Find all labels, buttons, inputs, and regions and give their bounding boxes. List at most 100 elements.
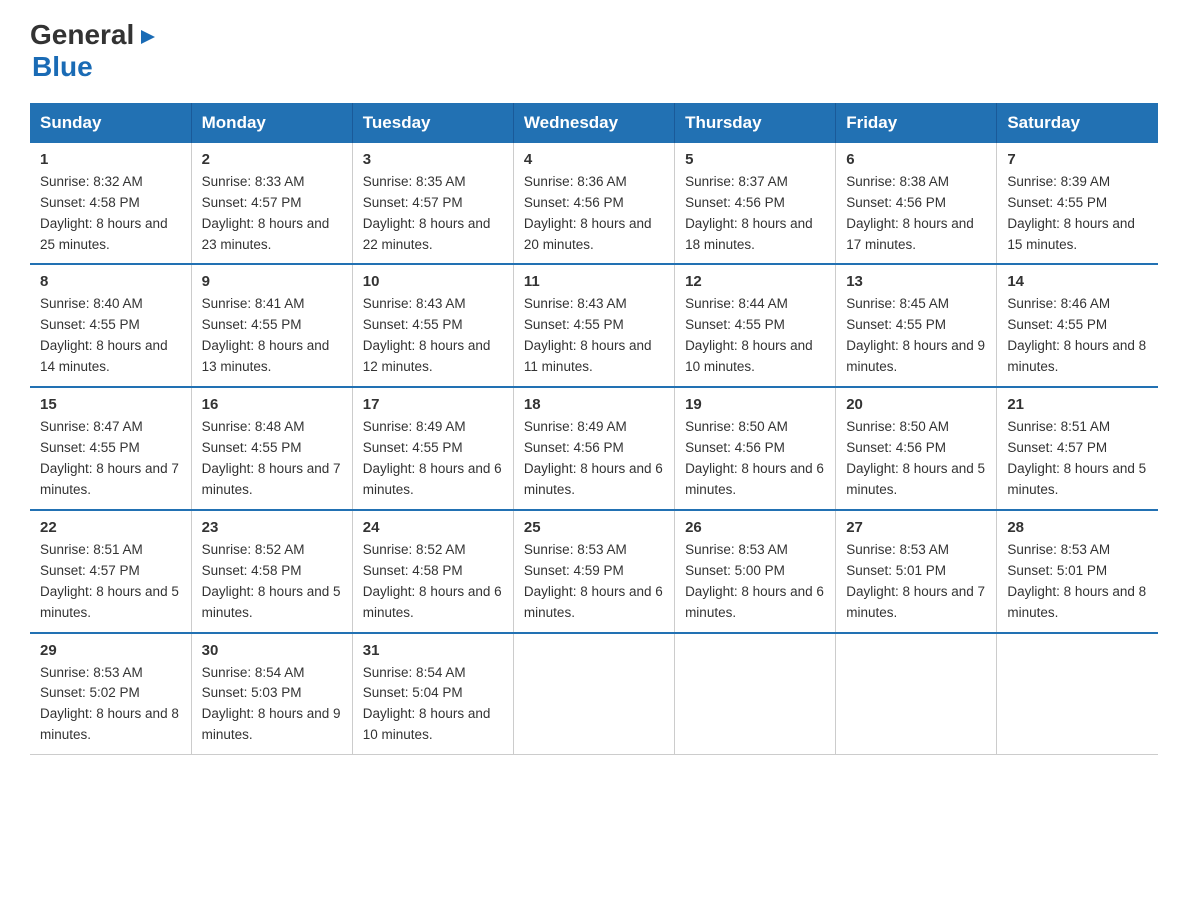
day-number: 19 <box>685 396 825 413</box>
day-info: Sunrise: 8:48 AM Sunset: 4:55 PM Dayligh… <box>202 417 342 501</box>
daylight-label: Daylight: 8 hours and 18 minutes. <box>685 216 813 252</box>
day-number: 25 <box>524 519 664 536</box>
calendar-cell <box>513 633 674 755</box>
sunrise-label: Sunrise: 8:45 AM <box>846 296 949 311</box>
sunrise-label: Sunrise: 8:44 AM <box>685 296 788 311</box>
calendar-cell: 5 Sunrise: 8:37 AM Sunset: 4:56 PM Dayli… <box>675 143 836 265</box>
daylight-label: Daylight: 8 hours and 10 minutes. <box>363 706 491 742</box>
sunrise-label: Sunrise: 8:41 AM <box>202 296 305 311</box>
calendar-cell: 28 Sunrise: 8:53 AM Sunset: 5:01 PM Dayl… <box>997 510 1158 633</box>
header-wednesday: Wednesday <box>513 103 674 143</box>
day-number: 27 <box>846 519 986 536</box>
daylight-label: Daylight: 8 hours and 25 minutes. <box>40 216 168 252</box>
header-saturday: Saturday <box>997 103 1158 143</box>
daylight-label: Daylight: 8 hours and 6 minutes. <box>363 584 502 620</box>
calendar-cell: 21 Sunrise: 8:51 AM Sunset: 4:57 PM Dayl… <box>997 387 1158 510</box>
header-friday: Friday <box>836 103 997 143</box>
sunset-label: Sunset: 4:55 PM <box>363 440 463 455</box>
day-info: Sunrise: 8:53 AM Sunset: 5:02 PM Dayligh… <box>40 663 181 747</box>
sunrise-label: Sunrise: 8:53 AM <box>846 542 949 557</box>
day-info: Sunrise: 8:47 AM Sunset: 4:55 PM Dayligh… <box>40 417 181 501</box>
calendar-cell: 7 Sunrise: 8:39 AM Sunset: 4:55 PM Dayli… <box>997 143 1158 265</box>
sunrise-label: Sunrise: 8:52 AM <box>202 542 305 557</box>
day-info: Sunrise: 8:44 AM Sunset: 4:55 PM Dayligh… <box>685 294 825 378</box>
calendar-cell: 18 Sunrise: 8:49 AM Sunset: 4:56 PM Dayl… <box>513 387 674 510</box>
day-info: Sunrise: 8:39 AM Sunset: 4:55 PM Dayligh… <box>1007 172 1148 256</box>
daylight-label: Daylight: 8 hours and 5 minutes. <box>40 584 179 620</box>
daylight-label: Daylight: 8 hours and 23 minutes. <box>202 216 330 252</box>
day-number: 15 <box>40 396 181 413</box>
day-info: Sunrise: 8:54 AM Sunset: 5:04 PM Dayligh… <box>363 663 503 747</box>
day-number: 20 <box>846 396 986 413</box>
sunrise-label: Sunrise: 8:53 AM <box>685 542 788 557</box>
calendar-cell: 4 Sunrise: 8:36 AM Sunset: 4:56 PM Dayli… <box>513 143 674 265</box>
week-row-1: 1 Sunrise: 8:32 AM Sunset: 4:58 PM Dayli… <box>30 143 1158 265</box>
sunset-label: Sunset: 4:57 PM <box>202 195 302 210</box>
day-number: 1 <box>40 151 181 168</box>
day-number: 9 <box>202 273 342 290</box>
sunset-label: Sunset: 4:55 PM <box>846 317 946 332</box>
day-info: Sunrise: 8:53 AM Sunset: 5:00 PM Dayligh… <box>685 540 825 624</box>
header-tuesday: Tuesday <box>352 103 513 143</box>
day-number: 3 <box>363 151 503 168</box>
calendar-cell: 14 Sunrise: 8:46 AM Sunset: 4:55 PM Dayl… <box>997 264 1158 387</box>
daylight-label: Daylight: 8 hours and 6 minutes. <box>685 584 824 620</box>
sunset-label: Sunset: 5:02 PM <box>40 685 140 700</box>
sunrise-label: Sunrise: 8:48 AM <box>202 419 305 434</box>
sunset-label: Sunset: 4:59 PM <box>524 563 624 578</box>
day-info: Sunrise: 8:50 AM Sunset: 4:56 PM Dayligh… <box>846 417 986 501</box>
sunrise-label: Sunrise: 8:53 AM <box>524 542 627 557</box>
day-number: 30 <box>202 642 342 659</box>
calendar-cell: 23 Sunrise: 8:52 AM Sunset: 4:58 PM Dayl… <box>191 510 352 633</box>
daylight-label: Daylight: 8 hours and 7 minutes. <box>202 461 341 497</box>
sunrise-label: Sunrise: 8:54 AM <box>363 665 466 680</box>
day-number: 22 <box>40 519 181 536</box>
daylight-label: Daylight: 8 hours and 8 minutes. <box>1007 584 1146 620</box>
sunrise-label: Sunrise: 8:50 AM <box>846 419 949 434</box>
day-info: Sunrise: 8:51 AM Sunset: 4:57 PM Dayligh… <box>40 540 181 624</box>
week-row-5: 29 Sunrise: 8:53 AM Sunset: 5:02 PM Dayl… <box>30 633 1158 755</box>
daylight-label: Daylight: 8 hours and 8 minutes. <box>1007 338 1146 374</box>
daylight-label: Daylight: 8 hours and 8 minutes. <box>40 706 179 742</box>
sunset-label: Sunset: 4:55 PM <box>40 317 140 332</box>
day-number: 31 <box>363 642 503 659</box>
calendar-cell: 9 Sunrise: 8:41 AM Sunset: 4:55 PM Dayli… <box>191 264 352 387</box>
sunset-label: Sunset: 4:58 PM <box>363 563 463 578</box>
sunset-label: Sunset: 4:57 PM <box>1007 440 1107 455</box>
daylight-label: Daylight: 8 hours and 5 minutes. <box>202 584 341 620</box>
day-info: Sunrise: 8:32 AM Sunset: 4:58 PM Dayligh… <box>40 172 181 256</box>
sunrise-label: Sunrise: 8:51 AM <box>1007 419 1110 434</box>
calendar-cell: 8 Sunrise: 8:40 AM Sunset: 4:55 PM Dayli… <box>30 264 191 387</box>
day-info: Sunrise: 8:33 AM Sunset: 4:57 PM Dayligh… <box>202 172 342 256</box>
day-number: 14 <box>1007 273 1148 290</box>
day-info: Sunrise: 8:45 AM Sunset: 4:55 PM Dayligh… <box>846 294 986 378</box>
sunset-label: Sunset: 4:55 PM <box>685 317 785 332</box>
sunrise-label: Sunrise: 8:53 AM <box>40 665 143 680</box>
sunset-label: Sunset: 4:56 PM <box>846 195 946 210</box>
sunrise-label: Sunrise: 8:43 AM <box>363 296 466 311</box>
sunset-label: Sunset: 4:56 PM <box>685 440 785 455</box>
sunrise-label: Sunrise: 8:36 AM <box>524 174 627 189</box>
sunset-label: Sunset: 4:55 PM <box>202 317 302 332</box>
day-number: 24 <box>363 519 503 536</box>
sunset-label: Sunset: 5:03 PM <box>202 685 302 700</box>
day-info: Sunrise: 8:52 AM Sunset: 4:58 PM Dayligh… <box>363 540 503 624</box>
calendar-cell <box>997 633 1158 755</box>
daylight-label: Daylight: 8 hours and 22 minutes. <box>363 216 491 252</box>
day-number: 18 <box>524 396 664 413</box>
daylight-label: Daylight: 8 hours and 6 minutes. <box>524 584 663 620</box>
day-info: Sunrise: 8:46 AM Sunset: 4:55 PM Dayligh… <box>1007 294 1148 378</box>
sunset-label: Sunset: 4:57 PM <box>363 195 463 210</box>
calendar-header-row: SundayMondayTuesdayWednesdayThursdayFrid… <box>30 103 1158 143</box>
daylight-label: Daylight: 8 hours and 13 minutes. <box>202 338 330 374</box>
day-number: 4 <box>524 151 664 168</box>
calendar-cell: 31 Sunrise: 8:54 AM Sunset: 5:04 PM Dayl… <box>352 633 513 755</box>
week-row-2: 8 Sunrise: 8:40 AM Sunset: 4:55 PM Dayli… <box>30 264 1158 387</box>
sunset-label: Sunset: 4:56 PM <box>524 195 624 210</box>
day-info: Sunrise: 8:51 AM Sunset: 4:57 PM Dayligh… <box>1007 417 1148 501</box>
sunset-label: Sunset: 4:55 PM <box>363 317 463 332</box>
calendar-cell: 2 Sunrise: 8:33 AM Sunset: 4:57 PM Dayli… <box>191 143 352 265</box>
day-number: 7 <box>1007 151 1148 168</box>
sunset-label: Sunset: 4:55 PM <box>1007 195 1107 210</box>
daylight-label: Daylight: 8 hours and 15 minutes. <box>1007 216 1135 252</box>
